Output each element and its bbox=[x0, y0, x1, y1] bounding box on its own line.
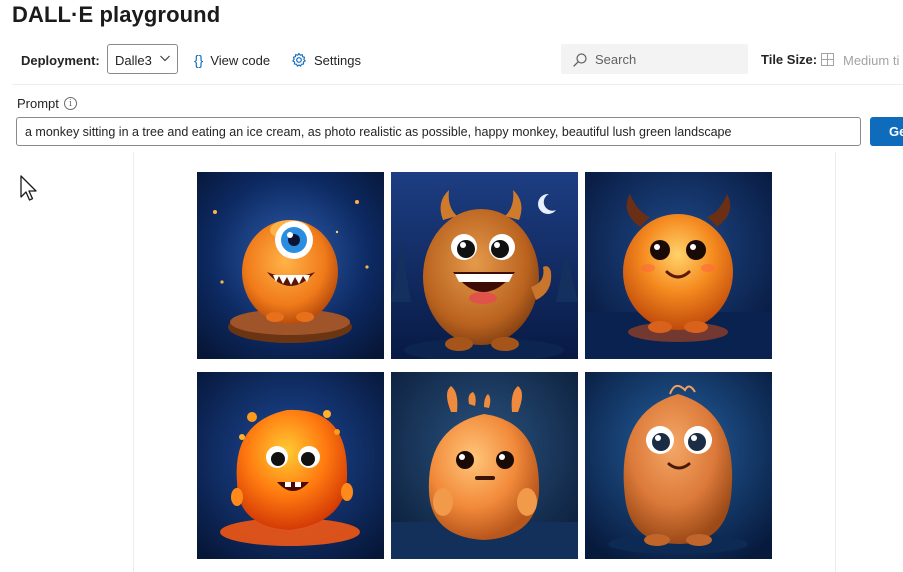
view-code-label: View code bbox=[210, 52, 271, 68]
deployment-select-value: Dalle3 bbox=[115, 53, 152, 68]
search-input[interactable]: Search bbox=[561, 44, 748, 74]
mouse-pointer-icon bbox=[20, 175, 37, 201]
search-placeholder: Search bbox=[595, 52, 637, 67]
info-icon[interactable]: i bbox=[63, 97, 77, 110]
image-gallery bbox=[133, 152, 836, 572]
tile-size-select[interactable]: Medium ti bbox=[843, 53, 899, 68]
settings-label: Settings bbox=[314, 52, 361, 68]
chevron-down-icon bbox=[160, 55, 170, 62]
deployment-label: Deployment: bbox=[21, 53, 100, 68]
divider bbox=[12, 84, 903, 85]
prompt-input[interactable]: a monkey sitting in a tree and eating an… bbox=[16, 117, 861, 146]
settings-button[interactable]: Settings bbox=[291, 49, 361, 71]
generated-image-4[interactable] bbox=[197, 372, 384, 559]
tile-size-label: Tile Size: bbox=[761, 52, 818, 67]
generated-image-6[interactable] bbox=[585, 372, 772, 559]
grid-icon bbox=[821, 53, 834, 66]
prompt-label-text: Prompt bbox=[17, 96, 59, 111]
search-icon bbox=[573, 53, 587, 67]
generate-button[interactable]: Generate bbox=[870, 117, 903, 146]
gear-icon bbox=[292, 52, 306, 67]
prompt-label: Prompt i bbox=[17, 96, 77, 111]
braces-icon: {} bbox=[194, 52, 204, 68]
generated-image-1[interactable] bbox=[197, 172, 384, 359]
generated-image-2[interactable] bbox=[391, 172, 578, 359]
generated-image-3[interactable] bbox=[585, 172, 772, 359]
page-title: DALL·E playground bbox=[12, 2, 221, 27]
toolbar: Deployment: Dalle3 {} View code Settings… bbox=[0, 44, 903, 82]
generated-image-5[interactable] bbox=[391, 372, 578, 559]
view-code-button[interactable]: {} View code bbox=[194, 49, 270, 71]
deployment-select[interactable]: Dalle3 bbox=[107, 44, 178, 74]
